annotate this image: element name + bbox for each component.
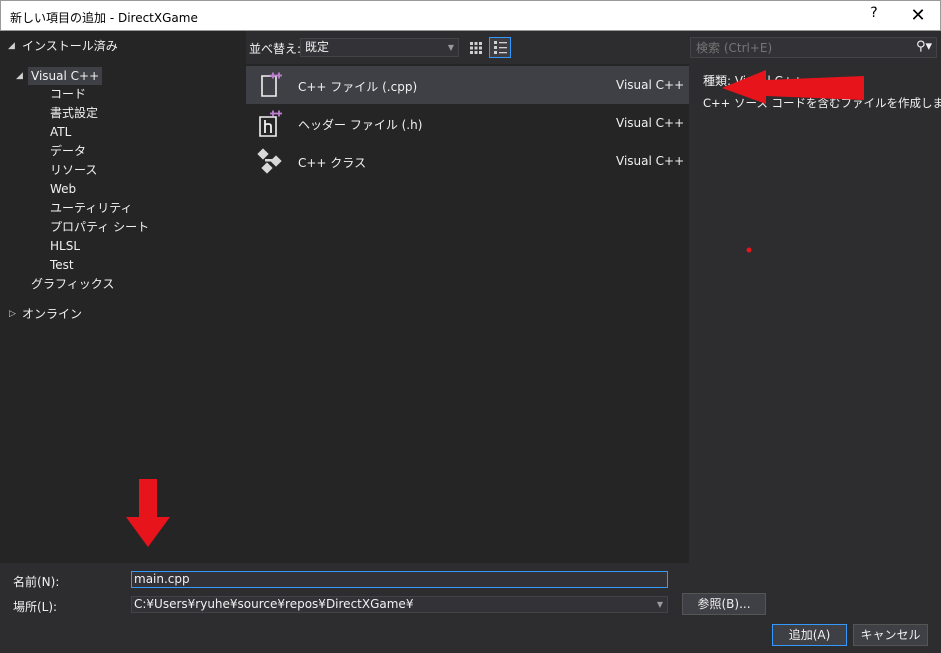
tree-item-data[interactable]: データ xyxy=(50,142,86,160)
location-label: 場所(L): xyxy=(13,600,58,614)
template-list: C++ ファイル (.cpp) Visual C++ ヘッダー ファイル (.h… xyxy=(246,64,689,563)
expanded-arrow-icon[interactable]: ◢ xyxy=(16,67,23,85)
sort-label: 並べ替え: xyxy=(249,42,302,56)
cpp-class-icon xyxy=(257,148,282,174)
chevron-down-icon[interactable]: ▼ xyxy=(657,597,663,612)
close-button[interactable]: ✕ xyxy=(901,3,935,29)
location-value: C:¥Users¥ryuhe¥source¥repos¥DirectXGame¥ xyxy=(134,597,414,611)
tree-item-formatting[interactable]: 書式設定 xyxy=(50,104,98,122)
template-language: Visual C++ xyxy=(616,116,685,130)
tree-item-resource[interactable]: リソース xyxy=(50,161,97,179)
sort-value: 既定 xyxy=(305,40,330,54)
tree-item-installed[interactable]: インストール済み xyxy=(22,37,118,55)
annotation-dot xyxy=(746,247,752,253)
help-button[interactable]: ? xyxy=(863,5,885,21)
details-pane: 種類: Visual C++ C++ ソース コードを含むファイルを作成します xyxy=(689,64,941,563)
tree-item-atl[interactable]: ATL xyxy=(50,123,71,141)
template-row-cpp-class[interactable]: C++ クラス Visual C++ xyxy=(246,142,689,180)
list-view-button[interactable] xyxy=(489,37,511,58)
chevron-down-icon: ▼ xyxy=(447,43,454,52)
tree-item-visual-cpp[interactable]: Visual C++ xyxy=(28,67,103,85)
header-file-icon xyxy=(259,110,282,137)
cpp-file-icon xyxy=(261,72,282,97)
tree-item-online[interactable]: オンライン xyxy=(22,305,82,323)
template-row-cpp-file[interactable]: C++ ファイル (.cpp) Visual C++ xyxy=(246,66,689,104)
template-name: C++ クラス xyxy=(298,156,367,170)
small-icons-view-button[interactable] xyxy=(465,37,487,58)
tree-item-hlsl[interactable]: HLSL xyxy=(50,237,80,255)
template-language: Visual C++ xyxy=(616,154,685,168)
name-label: 名前(N): xyxy=(13,575,60,589)
sort-dropdown[interactable]: 既定 ▼ xyxy=(300,38,459,57)
tree-item-utility[interactable]: ユーティリティ xyxy=(50,199,133,217)
template-row-header-file[interactable]: ヘッダー ファイル (.h) Visual C++ xyxy=(246,104,689,142)
template-name: ヘッダー ファイル (.h) xyxy=(298,118,423,132)
template-name: C++ ファイル (.cpp) xyxy=(298,80,418,94)
location-combobox[interactable]: C:¥Users¥ryuhe¥source¥repos¥DirectXGame¥… xyxy=(131,596,668,613)
search-icon[interactable]: ⚲▾ xyxy=(916,39,932,54)
grid-icon xyxy=(470,41,482,54)
template-language: Visual C++ xyxy=(616,78,685,92)
expanded-arrow-icon[interactable]: ◢ xyxy=(8,37,15,55)
window-title: 新しい項目の追加 - DirectXGame xyxy=(10,11,198,25)
cancel-button[interactable]: キャンセル xyxy=(853,624,928,646)
search-box[interactable]: ⚲▾ xyxy=(690,37,937,58)
tree-item-test[interactable]: Test xyxy=(50,256,74,274)
tree-item-graphics[interactable]: グラフィックス xyxy=(31,275,114,293)
collapsed-arrow-icon[interactable]: ▷ xyxy=(9,305,16,323)
list-icon xyxy=(493,41,507,54)
title-bar: 新しい項目の追加 - DirectXGame ? ✕ xyxy=(0,0,941,31)
tree-item-property-sheet[interactable]: プロパティ シート xyxy=(50,218,149,236)
tree-item-web[interactable]: Web xyxy=(50,180,76,198)
annotation-arrow-down xyxy=(126,479,170,547)
search-input[interactable] xyxy=(691,38,903,57)
name-input[interactable]: main.cpp xyxy=(131,571,668,588)
annotation-arrow-left xyxy=(722,70,864,104)
category-tree: ◢ インストール済み ◢ Visual C++ コード 書式設定 ATL データ… xyxy=(0,31,246,563)
add-button[interactable]: 追加(A) xyxy=(772,624,847,646)
tree-item-code[interactable]: コード xyxy=(50,85,86,103)
browse-button[interactable]: 参照(B)... xyxy=(682,593,766,615)
